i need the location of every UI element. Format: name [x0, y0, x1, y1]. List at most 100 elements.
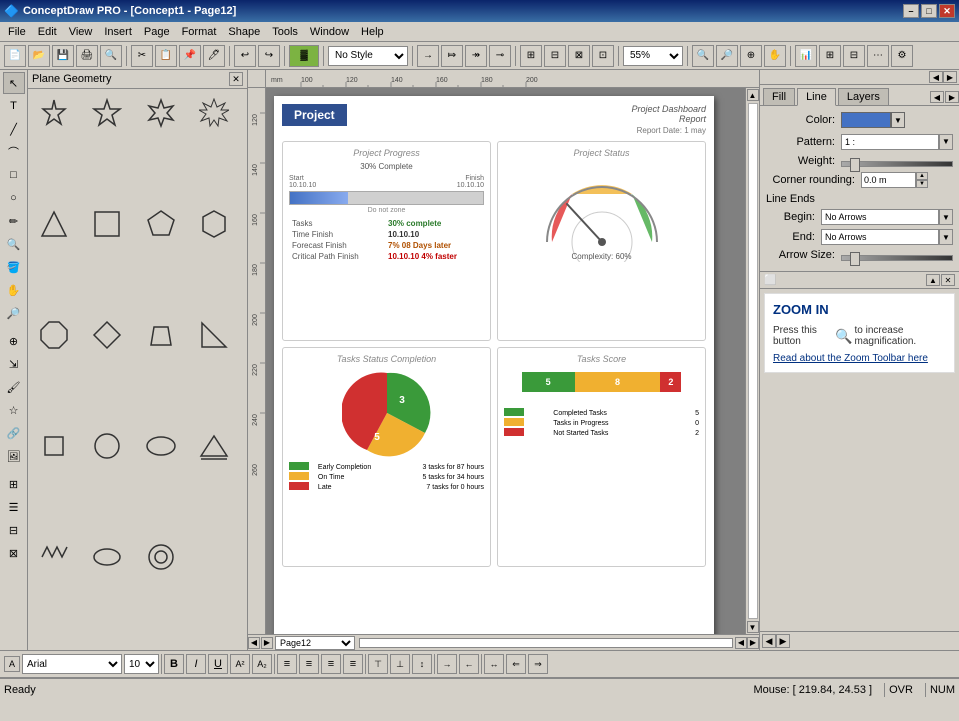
- zoom-panel-collapse[interactable]: ▲: [926, 274, 940, 286]
- page-selector[interactable]: Page12: [275, 636, 355, 650]
- zoom-tool[interactable]: 🔎: [3, 302, 25, 324]
- menu-page[interactable]: Page: [138, 25, 176, 39]
- tab-layers[interactable]: Layers: [838, 88, 889, 105]
- menu-window[interactable]: Window: [304, 25, 355, 39]
- view-btn2[interactable]: ⊟: [544, 45, 566, 67]
- connect-tool[interactable]: ⊕: [3, 330, 25, 352]
- pen-tool[interactable]: ✏: [3, 210, 25, 232]
- page-prev-btn[interactable]: ◀: [248, 637, 260, 649]
- shape-trapezoid[interactable]: [139, 315, 183, 355]
- table2-tool[interactable]: ⊠: [3, 542, 25, 564]
- brush-tool[interactable]: 🖌: [3, 376, 25, 398]
- format2-tool[interactable]: ⊟: [3, 519, 25, 541]
- justify-btn[interactable]: ≡: [343, 654, 363, 674]
- shape-ellipse[interactable]: [139, 426, 183, 466]
- menu-shape[interactable]: Shape: [222, 25, 266, 39]
- chart-btn[interactable]: 📊: [795, 45, 817, 67]
- color-fill-button[interactable]: ▓: [289, 45, 319, 67]
- shape-snowflake[interactable]: [192, 93, 236, 133]
- right-nav-right[interactable]: ▶: [776, 634, 790, 648]
- arrow-btn4[interactable]: ⊸: [489, 45, 511, 67]
- shape-ring[interactable]: [139, 537, 183, 577]
- tab-nav-right[interactable]: ▶: [945, 91, 959, 103]
- right-expand-btn[interactable]: ▶: [943, 71, 957, 83]
- italic-btn[interactable]: I: [186, 654, 206, 674]
- print-button[interactable]: 🖨: [76, 45, 98, 67]
- underline-btn[interactable]: U: [208, 654, 228, 674]
- minimize-button[interactable]: –: [903, 4, 919, 18]
- view-btn3[interactable]: ⊠: [568, 45, 590, 67]
- oval-tool[interactable]: ○: [3, 187, 25, 209]
- shape-small-square[interactable]: [32, 426, 76, 466]
- shape-square[interactable]: [85, 204, 129, 244]
- tab-line[interactable]: Line: [797, 88, 836, 106]
- link-tool[interactable]: 🔗: [3, 422, 25, 444]
- superscript-btn[interactable]: A²: [230, 654, 250, 674]
- group-tool[interactable]: ⊞: [3, 473, 25, 495]
- copy-button[interactable]: 📋: [155, 45, 177, 67]
- valign-top-btn[interactable]: ⊤: [368, 654, 388, 674]
- valign-mid-btn[interactable]: ⊥: [390, 654, 410, 674]
- shape-6star[interactable]: [139, 93, 183, 133]
- grid-btn[interactable]: ⊟: [843, 45, 865, 67]
- menu-tools[interactable]: Tools: [266, 25, 304, 39]
- zoom-dropdown[interactable]: 55% 100% 75% 50%: [623, 46, 683, 66]
- weight-slider[interactable]: [841, 156, 953, 167]
- pattern-dropdown-btn[interactable]: ▼: [939, 134, 953, 150]
- valign-bot-btn[interactable]: ↕: [412, 654, 432, 674]
- end-value[interactable]: No Arrows: [821, 229, 939, 245]
- font-name-select[interactable]: Arial: [22, 654, 122, 674]
- print-preview-button[interactable]: 🔍: [100, 45, 122, 67]
- shape-zigzag[interactable]: [32, 537, 76, 577]
- outdent-btn[interactable]: ←: [459, 654, 479, 674]
- text-tool[interactable]: T: [3, 95, 25, 117]
- text-dir-btn[interactable]: ↔: [484, 654, 504, 674]
- zoom-panel-close[interactable]: ✕: [941, 274, 955, 286]
- vertical-scrollbar[interactable]: ▲ ▼: [745, 88, 759, 634]
- menu-edit[interactable]: Edit: [32, 25, 63, 39]
- symbol-tool[interactable]: ☆: [3, 399, 25, 421]
- cut-button[interactable]: ✂: [131, 45, 153, 67]
- h-scroll-track[interactable]: [359, 638, 733, 648]
- rect-tool[interactable]: □: [3, 164, 25, 186]
- paste-button[interactable]: 📌: [179, 45, 201, 67]
- shape-right-triangle[interactable]: [192, 315, 236, 355]
- align-tool[interactable]: ☰: [3, 496, 25, 518]
- arrow-size-slider[interactable]: [841, 250, 953, 261]
- canvas-scroll[interactable]: Project Project Dashboard Report Report …: [266, 88, 759, 634]
- undo-button[interactable]: ↩: [234, 45, 256, 67]
- font-size-select[interactable]: 10 8 12 14: [124, 654, 159, 674]
- shape-arrow[interactable]: [192, 426, 236, 466]
- menu-file[interactable]: File: [2, 25, 32, 39]
- corner-input[interactable]: [861, 172, 916, 188]
- shape-4star[interactable]: [32, 93, 76, 133]
- color-swatch[interactable]: [841, 112, 891, 128]
- align-left-btn[interactable]: ≡: [277, 654, 297, 674]
- arrow-btn2[interactable]: ⤇: [441, 45, 463, 67]
- ltr-btn[interactable]: ⇒: [528, 654, 548, 674]
- zoom-link[interactable]: Read about the Zoom Toolbar here: [773, 353, 946, 364]
- tab-nav-left[interactable]: ◀: [930, 91, 944, 103]
- menu-view[interactable]: View: [63, 25, 99, 39]
- subscript-btn[interactable]: A₂: [252, 654, 272, 674]
- shape-circle[interactable]: [85, 426, 129, 466]
- shape-pentagon[interactable]: [139, 204, 183, 244]
- image-tool[interactable]: 🖼: [3, 445, 25, 467]
- begin-dropdown-btn[interactable]: ▼: [939, 209, 953, 225]
- shape-triangle[interactable]: [32, 204, 76, 244]
- right-collapse-btn[interactable]: ◀: [929, 71, 943, 83]
- hand-tool[interactable]: ✋: [3, 279, 25, 301]
- view-btn4[interactable]: ⊡: [592, 45, 614, 67]
- begin-value[interactable]: No Arrows: [821, 209, 939, 225]
- end-dropdown-btn[interactable]: ▼: [939, 229, 953, 245]
- zoom-out-btn[interactable]: 🔎: [716, 45, 738, 67]
- arrow-btn1[interactable]: →: [417, 45, 439, 67]
- save-button[interactable]: 💾: [52, 45, 74, 67]
- align-center-btn[interactable]: ≡: [299, 654, 319, 674]
- arrow-btn3[interactable]: ↠: [465, 45, 487, 67]
- corner-down-btn[interactable]: ▼: [916, 180, 928, 188]
- shape-hexagon[interactable]: [192, 204, 236, 244]
- indent-btn[interactable]: →: [437, 654, 457, 674]
- pan-btn[interactable]: ✋: [764, 45, 786, 67]
- shape-panel-close[interactable]: ✕: [229, 72, 243, 86]
